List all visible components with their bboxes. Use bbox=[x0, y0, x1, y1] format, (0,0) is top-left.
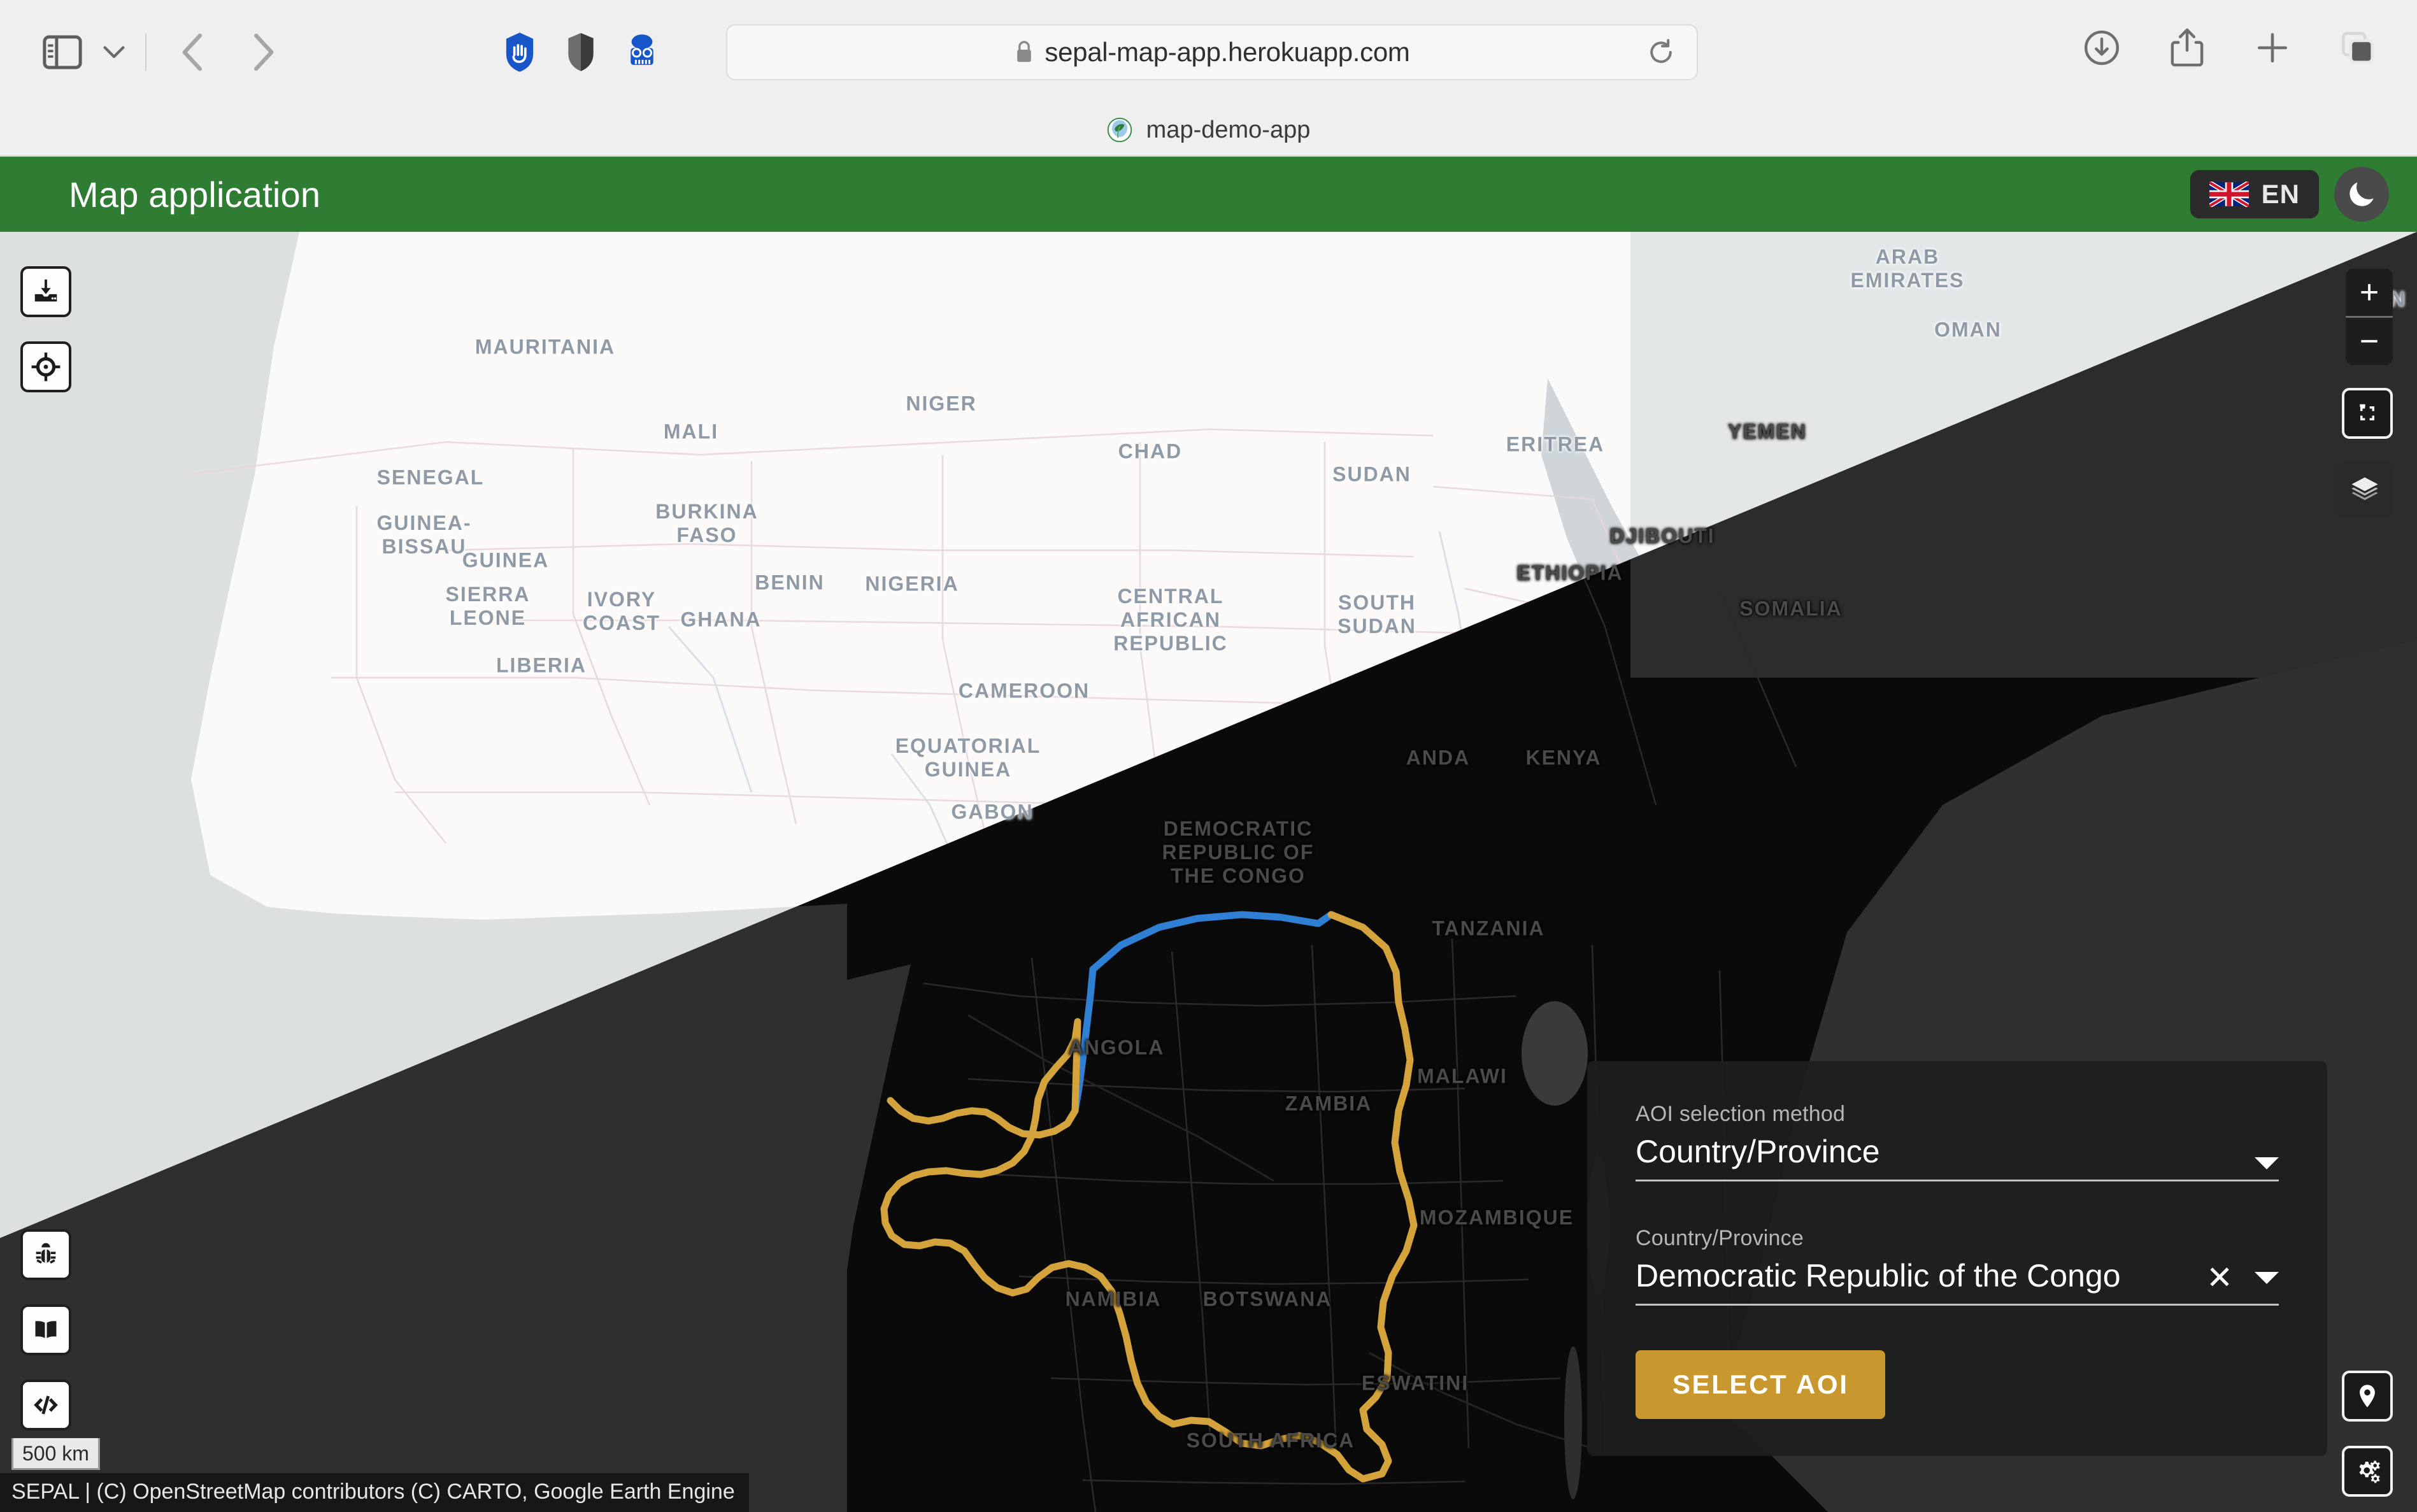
url-text: sepal-map-app.herokuapp.com bbox=[1045, 37, 1409, 68]
chevron-down-icon[interactable] bbox=[2255, 1157, 2279, 1169]
country-province-select[interactable]: Democratic Republic of the Congo ✕ bbox=[1636, 1259, 2279, 1306]
source-code-button[interactable] bbox=[20, 1380, 71, 1430]
browser-chrome: sepal-map-app.herokuapp.com bbox=[0, 0, 2417, 157]
country-province-actions: ✕ bbox=[2206, 1262, 2279, 1294]
browser-tools-group bbox=[2076, 22, 2384, 74]
close-x-icon[interactable]: ✕ bbox=[2206, 1262, 2233, 1294]
mask-extension-button[interactable] bbox=[611, 25, 673, 80]
page-title: Map application bbox=[69, 174, 320, 215]
layers-icon bbox=[2348, 473, 2381, 506]
app-header: Map application EN bbox=[0, 157, 2417, 232]
book-icon bbox=[31, 1315, 61, 1344]
aoi-method-select[interactable]: Country/Province bbox=[1636, 1134, 2279, 1181]
map-canvas[interactable]: MAURITANIAMALINIGERCHADSUDANERITREASENEG… bbox=[0, 232, 2417, 1512]
header-actions: EN bbox=[2190, 157, 2389, 232]
app-favicon-icon bbox=[1107, 117, 1132, 143]
adblock-extension-button[interactable] bbox=[489, 25, 550, 80]
select-aoi-button[interactable]: SELECT AOI bbox=[1636, 1350, 1885, 1419]
download-map-button[interactable] bbox=[20, 266, 71, 317]
chevron-down-icon bbox=[103, 45, 125, 59]
aoi-method-field: AOI selection method Country/Province bbox=[1636, 1102, 2279, 1181]
map-marker-icon bbox=[2353, 1382, 2381, 1410]
browser-tab[interactable]: map-demo-app bbox=[1090, 113, 1327, 148]
aoi-method-actions bbox=[2255, 1157, 2279, 1169]
map-controls-right-bottom bbox=[2342, 1371, 2393, 1497]
fit-bounds-button[interactable] bbox=[2342, 388, 2393, 439]
share-icon bbox=[2169, 27, 2205, 68]
plus-icon bbox=[2254, 29, 2291, 66]
browser-nav-group bbox=[0, 27, 298, 78]
adblock-hand-icon bbox=[501, 31, 538, 73]
new-tab-button[interactable] bbox=[2246, 22, 2299, 74]
documentation-button[interactable] bbox=[20, 1304, 71, 1355]
tab-strip: map-demo-app bbox=[0, 104, 2417, 155]
lock-icon bbox=[1014, 39, 1034, 65]
language-selector[interactable]: EN bbox=[2190, 170, 2319, 218]
back-button[interactable] bbox=[158, 27, 228, 78]
privacy-shield-button[interactable] bbox=[550, 25, 611, 80]
uk-flag-icon bbox=[2209, 182, 2249, 207]
forward-chevron-icon bbox=[251, 32, 275, 72]
aoi-method-value: Country/Province bbox=[1636, 1134, 1880, 1169]
toolbar-divider bbox=[145, 34, 146, 71]
zoom-control-group: + − bbox=[2346, 269, 2393, 365]
browser-toolbar: sepal-map-app.herokuapp.com bbox=[0, 0, 2417, 104]
sidebar-dropdown-button[interactable] bbox=[94, 30, 134, 75]
map-attribution: SEPAL | (C) OpenStreetMap contributors (… bbox=[0, 1473, 749, 1512]
scale-bar: 500 km bbox=[11, 1438, 100, 1470]
browser-window: MAURITANIAMALINIGERCHADSUDANERITREASENEG… bbox=[0, 0, 2417, 1512]
sidebar-toggle-icon bbox=[43, 35, 82, 69]
map-controls-left-top bbox=[20, 266, 71, 392]
tab-title: map-demo-app bbox=[1146, 117, 1311, 144]
reload-icon bbox=[1647, 38, 1675, 66]
mask-extension-icon bbox=[622, 32, 662, 72]
share-button[interactable] bbox=[2161, 22, 2213, 74]
country-province-value: Democratic Republic of the Congo bbox=[1636, 1259, 2121, 1294]
language-code: EN bbox=[2262, 179, 2300, 210]
tabs-icon bbox=[2339, 29, 2376, 66]
country-province-field: Country/Province Democratic Republic of … bbox=[1636, 1226, 2279, 1306]
reload-button[interactable] bbox=[1644, 36, 1678, 69]
aoi-selection-panel: AOI selection method Country/Province Co… bbox=[1587, 1061, 2327, 1456]
aoi-method-label: AOI selection method bbox=[1636, 1102, 2279, 1127]
bug-icon bbox=[31, 1240, 61, 1269]
crosshair-icon bbox=[31, 352, 61, 382]
download-icon bbox=[31, 277, 61, 306]
privacy-shield-icon bbox=[566, 31, 596, 73]
tab-overview-button[interactable] bbox=[2332, 22, 2384, 74]
downloads-icon bbox=[2082, 28, 2121, 68]
code-icon bbox=[31, 1390, 61, 1420]
back-chevron-icon bbox=[181, 32, 205, 72]
layers-button[interactable] bbox=[2337, 462, 2393, 518]
compress-icon bbox=[2353, 399, 2381, 427]
address-bar[interactable]: sepal-map-app.herokuapp.com bbox=[726, 24, 1698, 80]
gears-icon bbox=[2353, 1457, 2382, 1486]
browser-extensions-group bbox=[489, 25, 673, 80]
forward-button[interactable] bbox=[228, 27, 298, 78]
map-settings-button[interactable] bbox=[2342, 1446, 2393, 1497]
map-controls-left-bottom bbox=[20, 1229, 71, 1430]
map-controls-right-top: + − bbox=[2337, 269, 2393, 518]
theme-toggle-button[interactable] bbox=[2334, 167, 2389, 222]
sidebar-toggle-button[interactable] bbox=[37, 27, 88, 78]
chevron-down-icon[interactable] bbox=[2255, 1272, 2279, 1284]
downloads-button[interactable] bbox=[2076, 22, 2128, 74]
place-marker-button[interactable] bbox=[2342, 1371, 2393, 1422]
zoom-in-button[interactable]: + bbox=[2346, 269, 2393, 316]
country-province-label: Country/Province bbox=[1636, 1226, 2279, 1251]
zoom-out-button[interactable]: − bbox=[2346, 318, 2393, 365]
moon-icon bbox=[2344, 177, 2379, 211]
report-bug-button[interactable] bbox=[20, 1229, 71, 1280]
center-on-aoi-button[interactable] bbox=[20, 341, 71, 392]
